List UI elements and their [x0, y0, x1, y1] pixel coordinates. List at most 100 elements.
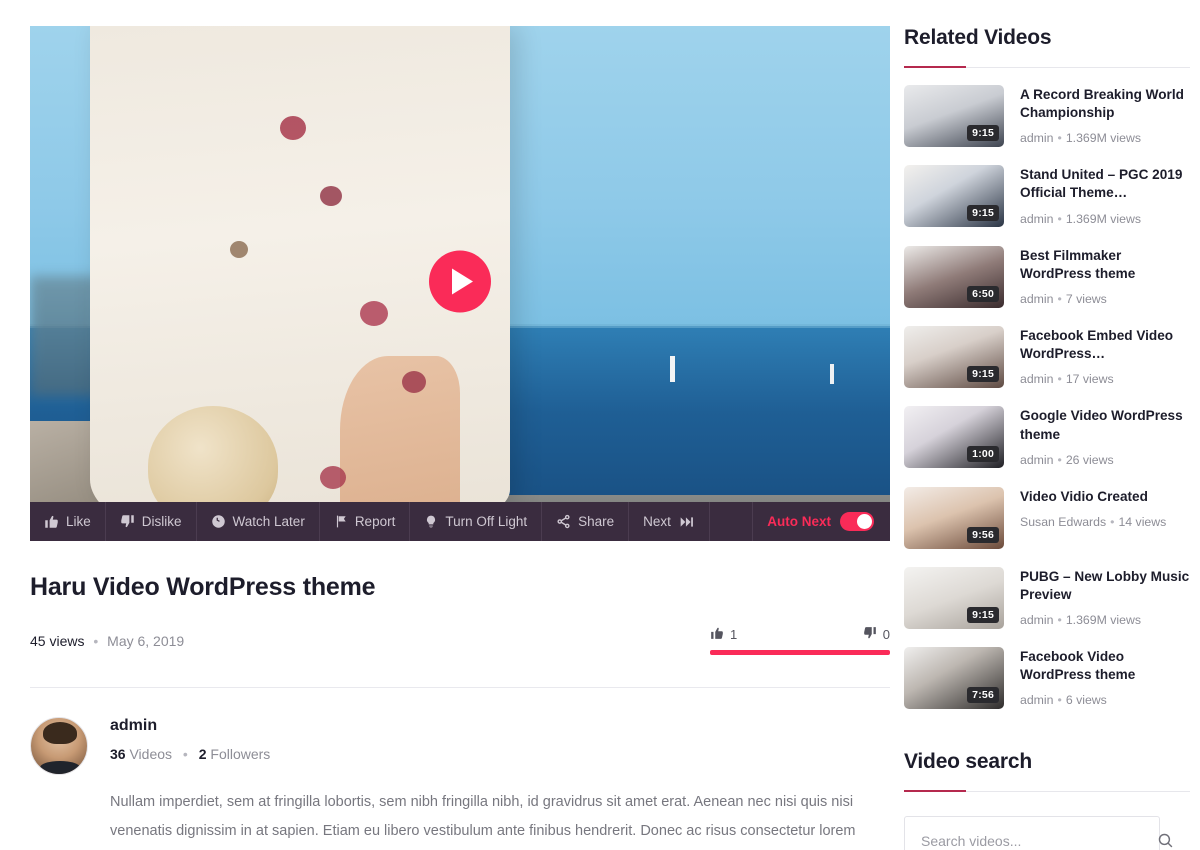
search-input[interactable]	[904, 815, 1160, 850]
related-video-views: 1.369M views	[1065, 612, 1141, 627]
video-search-title: Video search	[904, 749, 1032, 773]
related-video-separator: •	[1057, 452, 1062, 467]
related-video-author: admin	[1020, 372, 1054, 387]
video-thumbnail[interactable]: 9:15	[904, 566, 1004, 629]
related-video-item[interactable]: 1:00 Google Video WordPress theme admin • 26…	[904, 406, 1190, 469]
thumbs-down-icon	[863, 626, 877, 643]
main-column: Like Dislike Watch Later Report Turn Off…	[0, 0, 890, 850]
author-details: admin 36 Videos • 2 Followers Nullam imp…	[110, 717, 890, 850]
related-video-separator: •	[1057, 612, 1062, 627]
related-video-title[interactable]: Video Vidio Created	[1020, 488, 1190, 506]
auto-next-label: Auto Next	[767, 514, 831, 529]
turn-off-light-button[interactable]: Turn Off Light	[410, 502, 543, 541]
like-button[interactable]: Like	[30, 502, 106, 541]
related-video-title[interactable]: Stand United – PGC 2019 Official Theme…	[1020, 166, 1190, 202]
video-thumbnail[interactable]: 7:56	[904, 647, 1004, 710]
play-button[interactable]	[429, 250, 491, 313]
related-video-views: 6 views	[1065, 693, 1107, 708]
related-video-body: Stand United – PGC 2019 Official Theme… a…	[1020, 165, 1190, 227]
video-frame-flower	[320, 186, 342, 206]
video-duration: 1:00	[967, 446, 999, 463]
related-video-item[interactable]: 7:56 Facebook Video WordPress theme admin •…	[904, 647, 1190, 710]
auto-next-switch[interactable]	[840, 512, 874, 531]
dislike-button[interactable]: Dislike	[106, 502, 197, 541]
dislike-count: 0	[882, 627, 890, 642]
video-duration: 9:15	[967, 366, 999, 383]
video-player[interactable]: Like Dislike Watch Later Report Turn Off…	[30, 26, 890, 541]
related-video-title[interactable]: Google Video WordPress theme	[1020, 407, 1190, 443]
next-button[interactable]: Next	[629, 502, 710, 541]
flag-icon	[334, 514, 348, 529]
related-video-meta: admin • 6 views	[1020, 692, 1190, 709]
rating-widget: 1 0	[710, 626, 890, 655]
related-video-item[interactable]: 9:56 Video Vidio Created Susan Edwards • 14 …	[904, 486, 1190, 549]
video-frame-boat	[670, 356, 675, 382]
avatar[interactable]	[30, 717, 88, 775]
author-name[interactable]: admin	[110, 717, 890, 735]
video-page: Like Dislike Watch Later Report Turn Off…	[0, 0, 1200, 850]
watch-later-button[interactable]: Watch Later	[197, 502, 320, 541]
video-thumbnail[interactable]: 9:56	[904, 486, 1004, 549]
related-video-title[interactable]: PUBG – New Lobby Music Preview	[1020, 568, 1190, 604]
related-video-meta: Susan Edwards • 14 views	[1020, 514, 1190, 531]
related-video-title[interactable]: A Record Breaking World Championship	[1020, 86, 1190, 122]
video-frame-flower	[230, 241, 248, 258]
related-video-views: 1.369M views	[1065, 211, 1141, 226]
related-video-separator: •	[1057, 131, 1062, 146]
related-video-views: 26 views	[1065, 452, 1114, 467]
related-video-meta: admin • 26 views	[1020, 452, 1190, 469]
related-video-separator: •	[1057, 693, 1062, 708]
auto-next-toggle[interactable]: Auto Next	[753, 502, 890, 541]
related-video-title[interactable]: Best Filmmaker WordPress theme	[1020, 247, 1190, 283]
related-video-meta: admin • 1.369M views	[1020, 211, 1190, 228]
video-thumbnail[interactable]: 6:50	[904, 245, 1004, 308]
sidebar: Related Videos 9:15 A Record Breaking Wor…	[890, 0, 1200, 850]
dislike-label: Dislike	[141, 514, 182, 529]
video-duration: 6:50	[967, 285, 999, 302]
related-video-separator: •	[1057, 211, 1062, 226]
related-video-body: A Record Breaking World Championship admi…	[1020, 85, 1190, 147]
related-video-item[interactable]: 6:50 Best Filmmaker WordPress theme admin •…	[904, 245, 1190, 308]
video-thumbnail[interactable]: 9:15	[904, 165, 1004, 228]
related-video-author: admin	[1020, 131, 1054, 146]
video-meta-row: 45 views • May 6, 2019 1 0	[30, 626, 890, 655]
share-icon	[556, 514, 571, 529]
related-video-item[interactable]: 9:15 PUBG – New Lobby Music Preview admin •…	[904, 566, 1190, 629]
related-video-item[interactable]: 9:15 A Record Breaking World Championship…	[904, 85, 1190, 147]
search-box	[904, 815, 1190, 850]
player-control-bar: Like Dislike Watch Later Report Turn Off…	[30, 502, 890, 541]
video-frame-flower	[280, 116, 306, 140]
related-video-separator: •	[1110, 514, 1115, 529]
related-video-separator: •	[1057, 291, 1062, 306]
related-video-title[interactable]: Facebook Embed Video WordPress…	[1020, 327, 1190, 363]
video-thumbnail[interactable]: 1:00	[904, 406, 1004, 469]
video-search-underline	[904, 789, 1190, 792]
related-video-item[interactable]: 9:15 Facebook Embed Video WordPress… admin…	[904, 326, 1190, 389]
author-video-count: 36	[110, 746, 126, 762]
video-thumbnail[interactable]: 9:15	[904, 85, 1004, 147]
author-follower-label: Followers	[210, 746, 271, 762]
related-video-body: PUBG – New Lobby Music Preview admin • 1.36…	[1020, 567, 1190, 629]
related-video-author: admin	[1020, 612, 1054, 627]
share-button[interactable]: Share	[542, 502, 630, 541]
related-video-title[interactable]: Facebook Video WordPress theme	[1020, 648, 1190, 684]
watch-later-label: Watch Later	[232, 514, 305, 529]
like-label: Like	[66, 514, 91, 529]
rating-bar	[710, 650, 890, 655]
video-frame-flower	[402, 371, 426, 393]
video-meta: 45 views • May 6, 2019	[30, 633, 184, 649]
thumbs-up-icon	[710, 626, 724, 643]
play-triangle-icon	[452, 268, 473, 295]
video-search-widget: Video search	[904, 750, 1190, 850]
related-video-item[interactable]: 9:15 Stand United – PGC 2019 Official The…	[904, 165, 1190, 228]
report-button[interactable]: Report	[320, 502, 411, 541]
related-video-author: admin	[1020, 291, 1054, 306]
video-thumbnail[interactable]: 9:15	[904, 326, 1004, 389]
related-video-meta: admin • 17 views	[1020, 371, 1190, 388]
related-video-body: Best Filmmaker WordPress theme admin • 7 vi…	[1020, 246, 1190, 308]
thumbs-down-icon	[120, 514, 135, 529]
related-video-author: admin	[1020, 211, 1054, 226]
related-video-meta: admin • 7 views	[1020, 291, 1190, 308]
related-video-meta: admin • 1.369M views	[1020, 130, 1190, 147]
video-duration: 9:15	[967, 125, 999, 141]
